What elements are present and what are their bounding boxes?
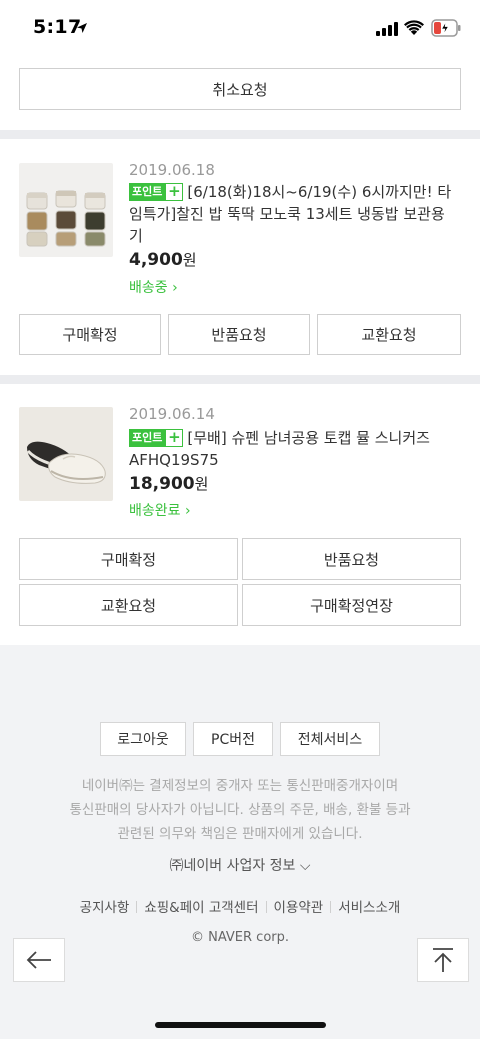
link-separator [330,901,332,913]
product-title[interactable]: 포인트 + [6/18(화)18시~6/19(수) 6시까지만! 타 임특가]찰진… [129,181,465,247]
price-currency: 원 [194,475,209,493]
cellular-signal-icon [376,22,398,36]
footer-links: 공지사항 쇼핑&페이 고객센터 이용약관 서비스소개 [0,896,480,916]
price-currency: 원 [182,251,197,269]
button-label: PC버전 [211,732,255,748]
button-label: 반품요청 [211,326,267,344]
product-price: 4,900원 [129,249,197,270]
point-badge: 포인트 + [129,183,184,201]
status-bar: 5:17 [0,0,480,58]
section-divider [0,130,480,139]
status-time: 5:17 [33,16,82,38]
order-date: 2019.06.14 [129,405,215,423]
order-date: 2019.06.18 [129,161,215,179]
purchase-confirm-button[interactable]: 구매확정 [19,314,161,355]
button-label: 전체서비스 [297,732,363,748]
location-arrow-icon [77,23,87,33]
pc-version-button[interactable]: PC버전 [193,722,273,756]
exchange-request-button[interactable]: 교환요청 [317,314,461,355]
service-intro-link[interactable]: 서비스소개 [338,900,400,916]
button-label: 구매확정 [100,550,157,569]
product-title-line: [무배] 슈펜 남녀공용 토캡 뮬 스니커즈 [187,429,430,447]
copyright: © NAVER corp. [190,930,290,945]
point-badge: 포인트 + [129,429,184,447]
price-value: 18,900 [129,474,195,494]
back-arrow-icon [26,951,51,969]
shipping-status-link[interactable]: 배송완료 › [129,500,191,520]
purchase-confirm-extend-button[interactable]: 구매확정연장 [242,584,461,626]
return-request-button[interactable]: 반품요청 [168,314,310,355]
button-label: 구매확정 [62,326,118,344]
cancel-request-label: 취소요청 [212,80,268,99]
exchange-request-button[interactable]: 교환요청 [19,584,238,626]
product-title-line: 임특가]찰진 밥 뚝딱 모노쿡 13세트 냉동밥 보관용 [129,205,445,223]
disclaimer-line: 관련된 의무와 책임은 판매자에게 있습니다. [117,826,363,842]
cancel-request-button[interactable]: 취소요청 [19,68,461,110]
footer-disclaimer: 네이버㈜는 결제정보의 중개자 또는 통신판매중개자이며 통신판매의 당사자가 … [0,774,480,846]
back-button[interactable] [13,938,65,982]
terms-link[interactable]: 이용약관 [274,900,324,916]
product-title[interactable]: 포인트 + [무배] 슈펜 남녀공용 토캡 뮬 스니커즈 AFHQ19S75 [129,427,465,471]
notice-link[interactable]: 공지사항 [80,900,130,916]
point-label: 포인트 [129,183,166,201]
product-title-line: 기 [129,227,143,245]
button-label: 교환요청 [361,326,417,344]
all-services-button[interactable]: 전체서비스 [280,722,380,756]
price-value: 4,900 [129,250,183,270]
point-plus-icon: + [165,429,184,447]
customer-center-link[interactable]: 쇼핑&페이 고객센터 [144,900,258,916]
shipping-status-link[interactable]: 배송중 › [129,277,178,297]
logout-button[interactable]: 로그아웃 [100,722,186,756]
return-request-button[interactable]: 반품요청 [242,538,461,580]
battery-charging-icon [431,19,461,37]
scroll-top-icon [433,948,453,972]
disclaimer-line: 네이버㈜는 결제정보의 중개자 또는 통신판매중개자이며 [81,778,399,794]
scroll-top-button[interactable] [417,938,469,982]
product-thumbnail-sneakers[interactable] [19,407,113,501]
product-thumbnail-containers[interactable] [19,163,113,257]
point-plus-icon: + [165,183,184,201]
home-indicator [155,1022,326,1028]
wifi-icon [404,20,424,35]
button-label: 구매확정연장 [310,596,393,615]
disclaimer-line: 통신판매의 당사자가 아닙니다. 상품의 주문, 배송, 환불 등과 [69,802,411,818]
purchase-confirm-button[interactable]: 구매확정 [19,538,238,580]
button-label: 로그아웃 [117,732,169,748]
product-title-line: AFHQ19S75 [129,451,219,469]
product-title-line: [6/18(화)18시~6/19(수) 6시까지만! 타 [187,183,452,201]
link-separator [136,901,138,913]
button-label: 반품요청 [323,550,380,569]
button-label: 교환요청 [100,596,157,615]
link-separator [265,901,267,913]
point-label: 포인트 [129,429,166,447]
business-info-toggle[interactable]: ㈜네이버 사업자 정보 ⌵ [0,855,480,875]
product-price: 18,900원 [129,473,208,494]
section-divider [0,375,480,384]
